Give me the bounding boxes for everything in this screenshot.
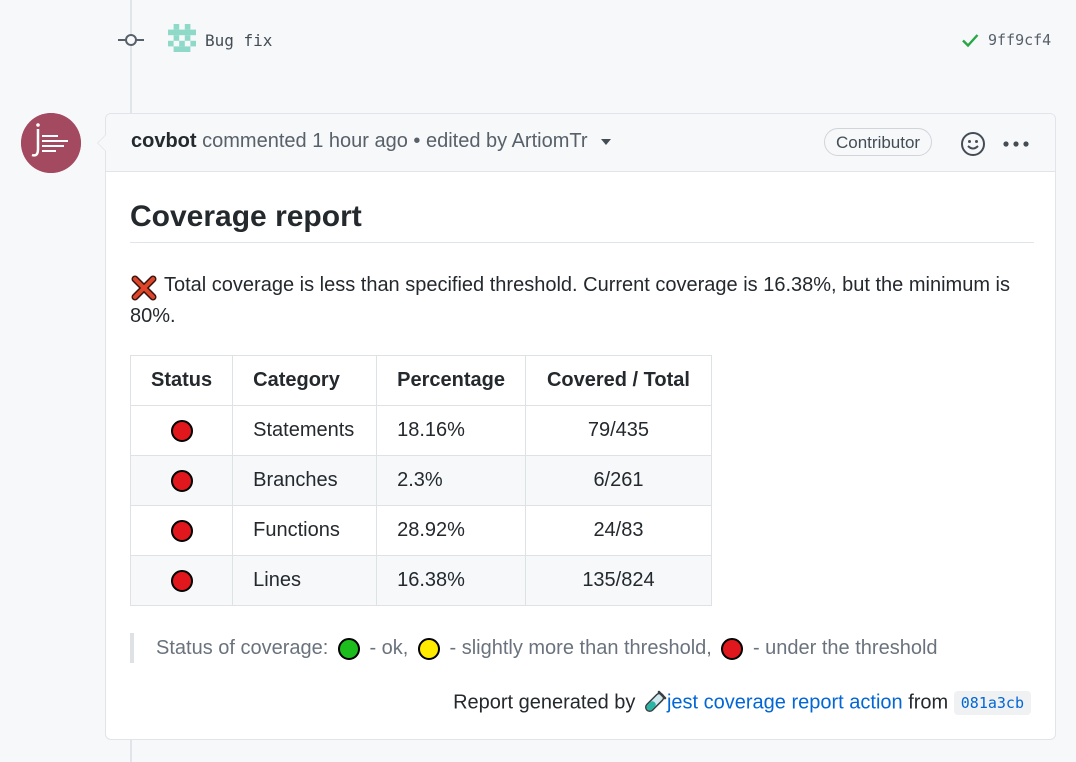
- status-cell: [129, 555, 234, 606]
- header-separator: •: [413, 130, 421, 152]
- footer-prefix: Report generated by: [453, 691, 636, 714]
- percentage-cell: 28.92%: [376, 505, 526, 556]
- covered-cell: 24/83: [524, 505, 712, 556]
- commit-node-icon: [118, 34, 144, 46]
- cross-mark-icon: [131, 275, 157, 301]
- covered-cell: 6/261: [524, 455, 712, 506]
- contributor-badge: Contributor: [824, 128, 933, 156]
- category-cell: Functions: [232, 505, 378, 556]
- table-row: Branches 2.3% 6/261: [129, 455, 712, 506]
- commit-row: Bug fix 9ff9cf4: [0, 0, 1076, 80]
- footer-from: from: [908, 691, 949, 714]
- commit-sha-link[interactable]: 9ff9cf4: [988, 31, 1051, 49]
- coverage-warning: Total coverage is less than specified th…: [130, 274, 1010, 327]
- commit-message[interactable]: Bug fix: [205, 31, 272, 50]
- comment-box: covbot commented 1 hour ago • edited by …: [97, 113, 1056, 740]
- category-cell: Statements: [232, 405, 378, 456]
- edited-by-prefix: edited by: [425, 130, 508, 152]
- edited-by-user: ArtiomTr: [511, 130, 588, 152]
- check-icon[interactable]: [960, 30, 980, 50]
- status-cell: [129, 405, 234, 456]
- header-percentage: Percentage: [376, 355, 526, 406]
- table-row: Functions 28.92% 24/83: [129, 505, 712, 556]
- red-circle-icon: [170, 569, 193, 592]
- legend-slightly: - slightly more than threshold,: [449, 637, 712, 659]
- covbot-avatar[interactable]: [21, 113, 81, 173]
- comment-time[interactable]: 1 hour ago: [312, 130, 408, 152]
- category-cell: Lines: [232, 555, 378, 606]
- percentage-cell: 2.3%: [376, 455, 526, 506]
- category-cell: Branches: [232, 455, 378, 506]
- test-tube-icon: [644, 690, 667, 712]
- percentage-cell: 16.38%: [376, 555, 526, 606]
- comment-author[interactable]: covbot: [131, 130, 197, 152]
- status-cell: [129, 455, 234, 506]
- comment-header: covbot commented 1 hour ago • edited by …: [106, 114, 1055, 172]
- commit-author-avatar[interactable]: [168, 24, 196, 52]
- edited-by-menu[interactable]: edited by ArtiomTr: [425, 130, 612, 152]
- covered-cell: 79/435: [524, 405, 712, 456]
- footer-commit-sha[interactable]: 081a3cb: [953, 691, 1031, 716]
- title-divider: [130, 242, 1034, 243]
- comment-action: commented: [202, 130, 307, 152]
- header-category: Category: [232, 355, 378, 406]
- green-circle-icon: [337, 637, 360, 660]
- kebab-menu-icon[interactable]: [1002, 141, 1030, 147]
- status-legend: Status of coverage: - ok, - slightly mor…: [130, 633, 938, 663]
- percentage-cell: 18.16%: [376, 405, 526, 456]
- red-circle-icon: [721, 637, 744, 660]
- table-header-row: Status Category Percentage Covered / Tot…: [129, 355, 712, 406]
- coverage-table: Status Category Percentage Covered / Tot…: [129, 355, 712, 606]
- report-title: Coverage report: [130, 200, 362, 233]
- yellow-circle-icon: [417, 637, 440, 660]
- action-link[interactable]: jest coverage report action: [667, 691, 903, 713]
- legend-ok: - ok,: [369, 637, 409, 659]
- covered-cell: 135/824: [524, 555, 712, 606]
- red-circle-icon: [170, 469, 193, 492]
- table-row: Statements 18.16% 79/435: [129, 405, 712, 456]
- legend-prefix: Status of coverage:: [156, 637, 329, 659]
- caret-down-icon: [601, 138, 612, 145]
- red-circle-icon: [170, 519, 193, 542]
- status-cell: [129, 505, 234, 556]
- comment-header-text: covbot commented 1 hour ago • edited by …: [131, 130, 612, 153]
- header-status: Status: [129, 355, 234, 406]
- header-covered-total: Covered / Total: [524, 355, 712, 406]
- table-row: Lines 16.38% 135/824: [129, 555, 712, 606]
- smile-icon[interactable]: [960, 131, 986, 157]
- legend-under: - under the threshold: [752, 637, 938, 659]
- red-circle-icon: [170, 419, 193, 442]
- report-footer: Report generated by jest coverage report…: [453, 690, 1031, 716]
